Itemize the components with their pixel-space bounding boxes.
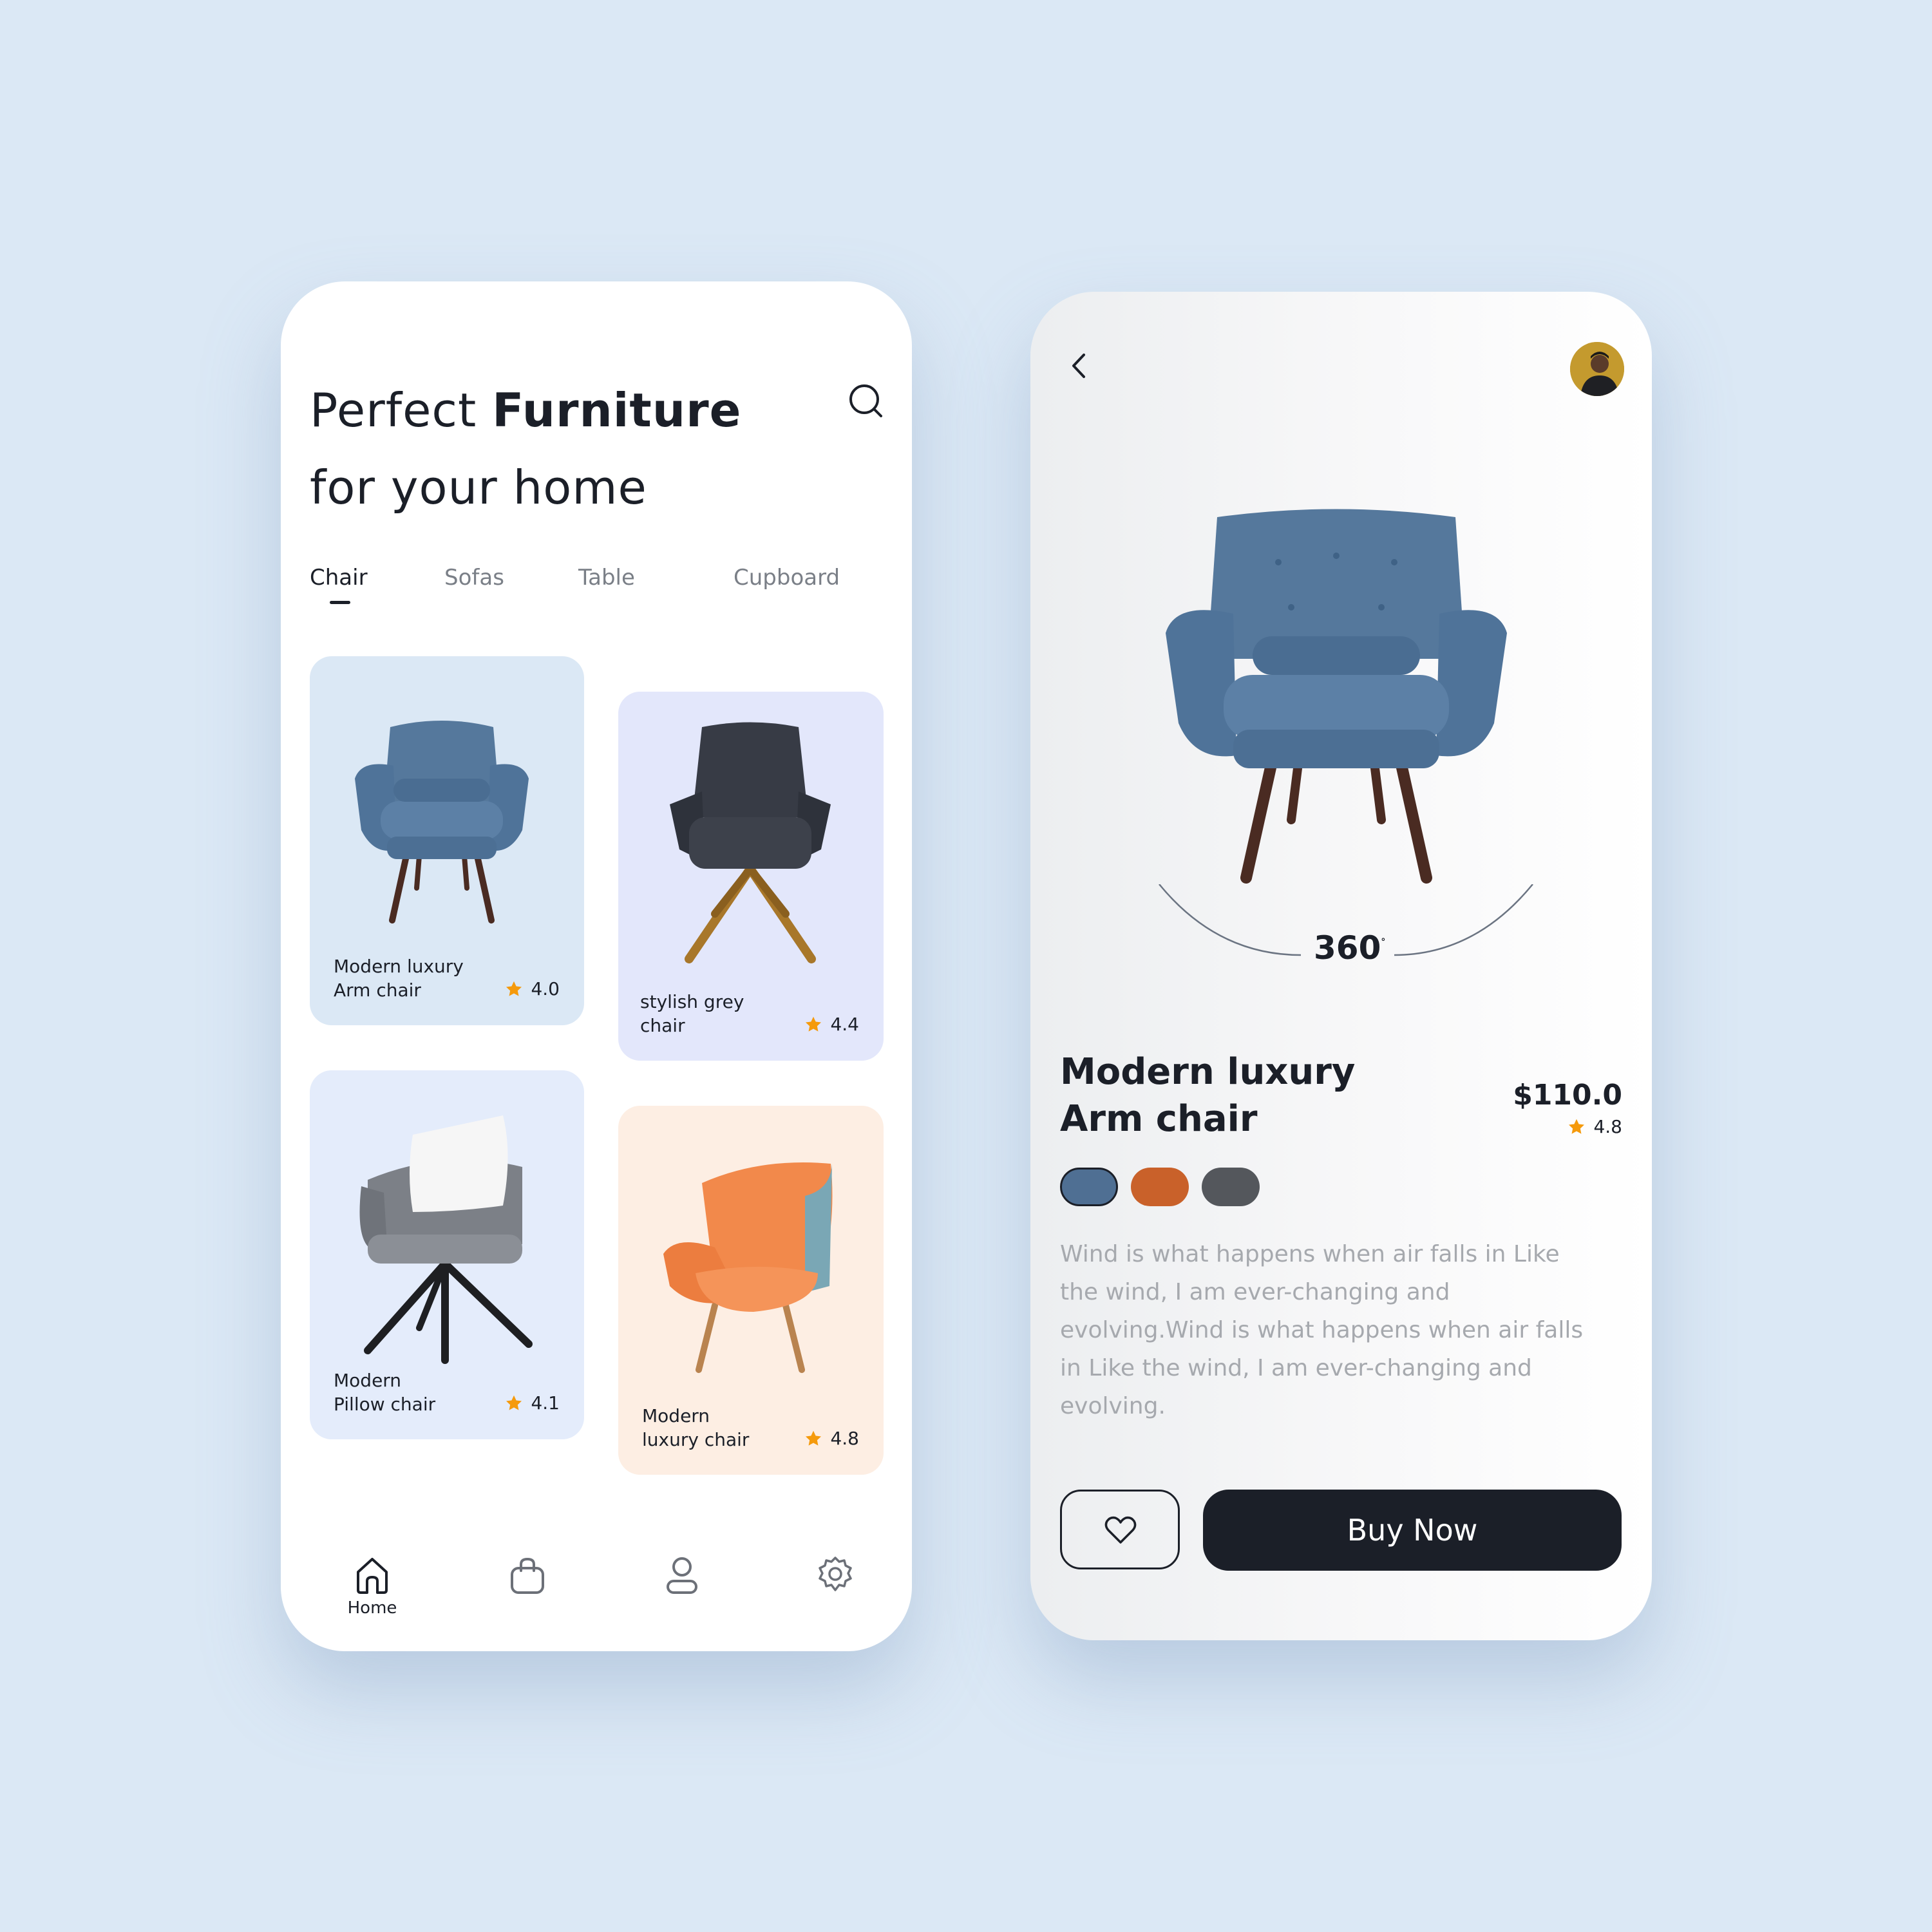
product-hero-image xyxy=(1166,509,1507,884)
home-icon xyxy=(357,1558,388,1594)
pillow-chair-image xyxy=(359,1115,533,1364)
headline-part1: Perfect xyxy=(310,383,493,437)
heart-icon xyxy=(1104,1516,1137,1544)
favorite-button[interactable] xyxy=(1060,1490,1180,1569)
bottom-nav: Home xyxy=(281,1544,912,1634)
star-icon xyxy=(1569,1119,1585,1134)
product-name: Modern luxury Arm chair xyxy=(334,956,464,1001)
product-rating: 4.8 xyxy=(804,1428,859,1449)
nav-bag[interactable] xyxy=(489,1544,566,1621)
product-card-pillow-chair[interactable]: Modern Pillow chair 4.1 xyxy=(310,1070,584,1439)
swatch-grey[interactable] xyxy=(1202,1168,1260,1206)
product-description: Wind is what happens when air falls in L… xyxy=(1060,1241,1584,1419)
nav-settings[interactable] xyxy=(797,1544,874,1621)
product-card-grey-chair[interactable]: stylish grey chair 4.4 xyxy=(618,692,884,1061)
search-icon[interactable] xyxy=(848,383,884,419)
product-name: Modern luxury chair xyxy=(642,1405,750,1450)
product-title: Modern luxury Arm chair xyxy=(1060,1051,1356,1140)
product-rating: 4.4 xyxy=(804,1014,859,1035)
bag-icon xyxy=(511,1557,544,1594)
user-avatar-image xyxy=(1570,342,1624,396)
swatch-orange[interactable] xyxy=(1131,1168,1189,1206)
product-rating: 4.8 xyxy=(1567,1116,1622,1137)
swatch-blue[interactable] xyxy=(1060,1168,1118,1206)
product-name: stylish grey chair xyxy=(640,991,744,1036)
chevron-left-icon[interactable] xyxy=(1066,350,1092,382)
grey-chair-image xyxy=(670,722,831,963)
star-icon xyxy=(806,1016,822,1032)
tab-cupboard[interactable]: Cupboard xyxy=(734,565,840,591)
tab-chair[interactable]: Chair xyxy=(310,565,368,591)
rotation-360-label[interactable]: 360° xyxy=(1314,929,1385,967)
page-title: Perfect Furniture for your home xyxy=(310,372,741,526)
product-price: $110.0 xyxy=(1513,1079,1622,1112)
active-tab-indicator xyxy=(330,601,350,604)
orange-chair-image xyxy=(663,1162,833,1373)
product-detail-screen: 360° Modern luxury Arm chair $110.0 4.8 … xyxy=(1030,292,1652,1640)
tab-sofas[interactable]: Sofas xyxy=(444,565,504,591)
nav-home-label: Home xyxy=(347,1598,397,1618)
product-rating: 4.1 xyxy=(505,1392,560,1414)
product-card-luxury-chair[interactable]: Modern luxury chair 4.8 xyxy=(618,1106,884,1475)
product-rating: 4.0 xyxy=(505,978,560,999)
category-tabs: Chair Sofas Table Cupboard xyxy=(310,565,889,616)
headline-bold: Furniture xyxy=(492,383,742,437)
nav-home[interactable]: Home xyxy=(334,1544,411,1621)
tab-table[interactable]: Table xyxy=(578,565,635,591)
star-icon xyxy=(806,1430,822,1446)
headline-line2: for your home xyxy=(310,460,647,515)
buy-now-button[interactable]: Buy Now xyxy=(1203,1490,1622,1571)
color-swatches xyxy=(1060,1168,1260,1206)
product-card-arm-chair[interactable]: Modern luxury Arm chair 4.0 xyxy=(310,656,584,1025)
home-screen: Perfect Furniture for your home Chair So… xyxy=(281,281,912,1651)
blue-armchair-image xyxy=(355,721,529,923)
avatar[interactable] xyxy=(1570,342,1624,396)
star-icon xyxy=(506,1395,522,1410)
product-name: Modern Pillow chair xyxy=(334,1370,436,1415)
user-icon xyxy=(667,1557,697,1594)
nav-profile[interactable] xyxy=(643,1544,721,1621)
star-icon xyxy=(506,981,522,996)
gear-icon xyxy=(819,1557,852,1591)
